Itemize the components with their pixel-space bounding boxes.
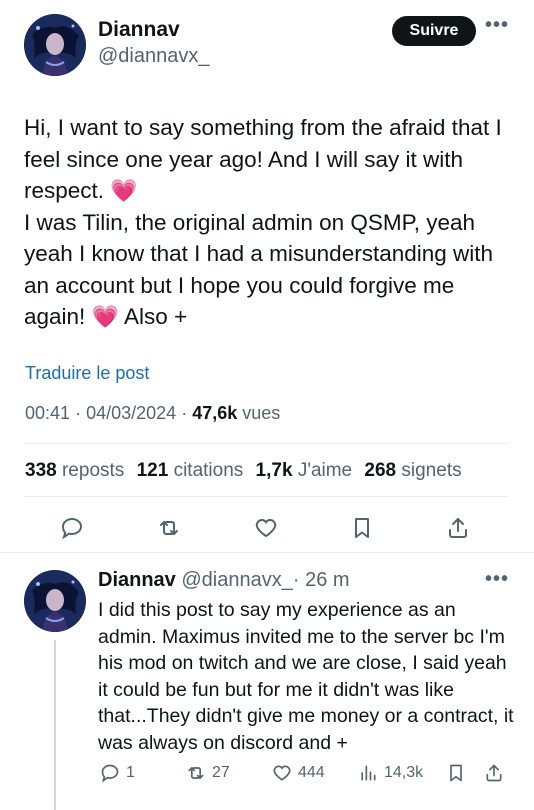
reply-author-name[interactable]: Diannav bbox=[98, 569, 176, 591]
share-icon bbox=[486, 764, 502, 782]
views-label: vues bbox=[242, 403, 281, 423]
share-icon[interactable] bbox=[442, 512, 474, 544]
divider bbox=[24, 443, 508, 444]
bookmark-icon[interactable] bbox=[346, 512, 378, 544]
reply-share-action[interactable] bbox=[484, 763, 510, 783]
follow-button[interactable]: Suivre bbox=[392, 16, 476, 46]
post-text: Hi, I want to say something from the afr… bbox=[24, 112, 514, 333]
reply-author-handle[interactable]: @diannavx_ bbox=[181, 569, 292, 591]
views-count: 47,6k bbox=[192, 403, 238, 423]
reply-header: Diannav @diannavx_· 26 m bbox=[98, 569, 350, 592]
reply-repost-count: 27 bbox=[212, 764, 230, 781]
reply-bookmark-action[interactable] bbox=[446, 763, 472, 783]
reply-text: I did this post to say my experience as … bbox=[98, 599, 514, 754]
reply-comment-action[interactable]: 1 bbox=[100, 763, 135, 783]
post-time[interactable]: 00:41 bbox=[25, 403, 70, 423]
reply-author-avatar[interactable] bbox=[24, 570, 86, 632]
bookmarks-stat[interactable]: 268 signets bbox=[364, 460, 461, 481]
post-text-line-3: Also + bbox=[124, 304, 188, 329]
repost-icon[interactable] bbox=[153, 512, 185, 544]
meta-separator: · bbox=[75, 403, 82, 423]
reply-like-count: 444 bbox=[298, 764, 325, 781]
author-name[interactable]: Diannav bbox=[98, 18, 180, 42]
heart-emoji-icon: 💗 bbox=[91, 304, 119, 329]
divider bbox=[24, 496, 508, 497]
like-icon bbox=[273, 765, 291, 781]
reply-views-action[interactable]: 14,3k bbox=[358, 763, 423, 783]
thread-line bbox=[54, 640, 56, 810]
reply-repost-action[interactable]: 27 bbox=[186, 763, 230, 783]
author-handle[interactable]: @diannavx_ bbox=[98, 45, 209, 68]
like-icon[interactable] bbox=[250, 512, 282, 544]
post-text-line-1: Hi, I want to say something from the afr… bbox=[24, 115, 502, 203]
views-icon bbox=[361, 765, 376, 781]
reply-like-action[interactable]: 444 bbox=[272, 763, 325, 783]
likes-stat[interactable]: 1,7k J'aime bbox=[256, 460, 353, 481]
reposts-stat[interactable]: 338 reposts bbox=[25, 460, 124, 481]
repost-icon bbox=[188, 767, 204, 779]
reply-more-options-icon[interactable]: ••• bbox=[485, 568, 509, 591]
reply-views-count: 14,3k bbox=[384, 764, 424, 781]
bookmark-icon bbox=[450, 764, 462, 782]
heart-emoji-icon: 💗 bbox=[110, 178, 138, 203]
reply-time[interactable]: 26 m bbox=[305, 569, 349, 591]
engagement-stats: 338 reposts 121 citations 1,7k J'aime 26… bbox=[25, 460, 469, 482]
author-avatar[interactable] bbox=[24, 14, 86, 76]
post-date[interactable]: 04/03/2024 bbox=[86, 403, 176, 423]
meta-separator: · bbox=[181, 403, 188, 423]
reply-icon bbox=[101, 764, 119, 783]
reply-separator: · bbox=[292, 569, 300, 591]
more-options-icon[interactable]: ••• bbox=[485, 14, 509, 37]
translate-post-link[interactable]: Traduire le post bbox=[25, 363, 149, 384]
post-meta: 00:41 · 04/03/2024 · 47,6k vues bbox=[25, 403, 280, 424]
section-divider bbox=[0, 552, 534, 553]
reply-icon[interactable] bbox=[56, 512, 88, 544]
quotes-stat[interactable]: 121 citations bbox=[137, 460, 244, 481]
reply-comment-count: 1 bbox=[126, 764, 135, 781]
